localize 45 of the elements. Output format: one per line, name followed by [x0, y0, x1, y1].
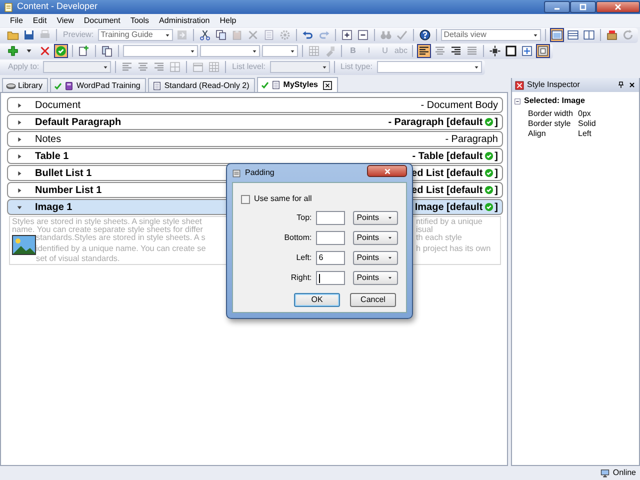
preview-text: h project has its own [416, 244, 492, 255]
preview-text: identified by a unique name. You can create se [36, 244, 207, 255]
checkbox-label: Use same for all [254, 193, 312, 205]
preview-text: isual [416, 226, 434, 234]
property-name: Align [528, 128, 547, 138]
field-label: Top: [296, 212, 313, 224]
window-title: Content - Developer [17, 0, 98, 14]
bracket-text: ] [494, 150, 498, 164]
field-label: Left: [295, 252, 313, 264]
toolbar-label: List level: [231, 61, 266, 73]
bracket-text: ] [494, 116, 498, 130]
property-value: Solid [578, 118, 596, 128]
style-type: - Paragraph [default [388, 116, 483, 130]
style-type: - Paragraph [445, 132, 498, 146]
bracket-text: ] [494, 200, 498, 214]
field-label: Bottom: [283, 232, 313, 244]
toolbar-label: Apply to: [7, 61, 40, 73]
dialog-title: Padding [245, 167, 276, 179]
preview-text: name. You can create separate style sheets for differ [12, 226, 204, 234]
preview-text: ntified by a unique [416, 218, 484, 226]
preview-text: standards.Styles are stored in style sheets. A s [36, 234, 206, 244]
field-label: Right: [290, 272, 313, 284]
panel-title: Style Inspector [527, 79, 581, 91]
property-value: 0px [578, 108, 591, 118]
preview-text: th each style [416, 234, 463, 244]
toolbar-label: Preview: [62, 29, 95, 41]
property-name: Border width [528, 108, 574, 118]
style-name: Bullet List 1 [35, 166, 92, 180]
style-name: Table 1 [35, 150, 69, 164]
style-name: Number List 1 [35, 184, 102, 198]
bracket-text: ] [494, 166, 498, 180]
status-text: Online [612, 467, 636, 479]
style-type: Image [default [414, 200, 483, 214]
bracket-text: ] [494, 184, 498, 198]
style-type: - Table [default [412, 150, 483, 164]
style-name: Default Paragraph [35, 116, 122, 130]
preview-text: set of visual standards. [36, 255, 121, 263]
style-name: Notes [35, 132, 62, 146]
style-type: - Document Body [420, 98, 498, 112]
property-value: Left [578, 128, 592, 138]
property-name: Border style [528, 118, 572, 128]
toolbar-label: List type: [340, 61, 374, 73]
style-name: Image 1 [35, 200, 72, 214]
preview-text: Styles are stored in style sheets. A single style sheet [12, 218, 203, 226]
style-name: Document [35, 98, 81, 112]
